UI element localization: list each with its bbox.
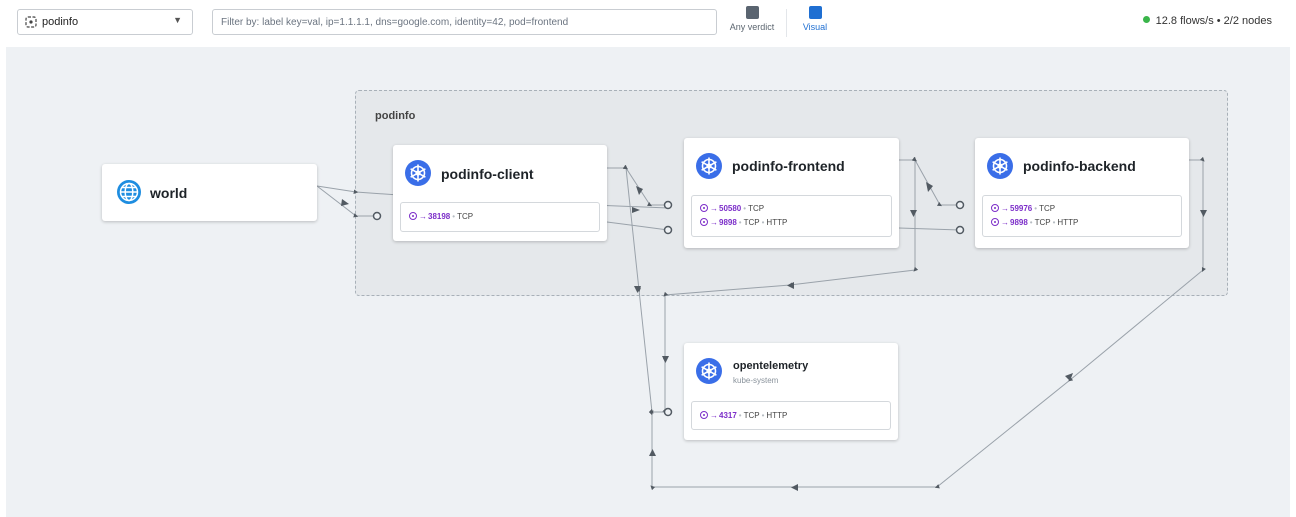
podinfo-backend-card[interactable]: podinfo-backend →59976 • TCP →9898 • TCP • HTT…: [975, 138, 1189, 248]
opentelemetry-name: opentelemetry: [733, 360, 809, 372]
port-protocol: TCP: [748, 204, 765, 213]
opentelemetry-card[interactable]: opentelemetry kube-system →4317 • TCP • HTTP: [684, 343, 898, 440]
podinfo-frontend-ports: →50580 • TCP →9898 • TCP • HTTP: [691, 195, 892, 237]
port-row[interactable]: →9898 • TCP • HTTP: [700, 217, 787, 228]
port-number: 38198: [428, 212, 451, 221]
edge-anchor-frontend-1: [663, 200, 673, 210]
port-target-icon: [409, 212, 417, 220]
port-row[interactable]: →38198 • TCP: [409, 211, 473, 222]
port-target-icon: [991, 204, 999, 212]
port-number: 9898: [719, 218, 737, 227]
port-target-icon: [991, 218, 999, 226]
port-number: 50580: [719, 204, 742, 213]
port-target-icon: [700, 411, 708, 419]
port-number: 4317: [719, 411, 737, 420]
port-protocol: HTTP: [766, 411, 788, 420]
port-protocol: TCP: [743, 411, 760, 420]
edge-client-frontend: [607, 164, 668, 207]
edge-frontend-backend-2: [898, 227, 961, 231]
port-protocol: TCP: [457, 212, 474, 221]
podinfo-backend-ports: →59976 • TCP →9898 • TCP • HTTP: [982, 195, 1182, 237]
port-protocol: HTTP: [766, 218, 788, 227]
world-card[interactable]: world: [102, 164, 317, 221]
flow-edges: [316, 156, 1207, 491]
kubernetes-icon: [987, 153, 1013, 179]
edge-anchor-otel: [663, 407, 673, 417]
podinfo-frontend-name: podinfo-frontend: [732, 158, 845, 174]
opentelemetry-ports: →4317 • TCP • HTTP: [691, 401, 891, 430]
podinfo-client-name: podinfo-client: [441, 166, 534, 182]
globe-icon: [117, 180, 141, 204]
port-protocol: HTTP: [1057, 218, 1079, 227]
port-target-icon: [700, 204, 708, 212]
port-protocol: TCP: [1034, 218, 1051, 227]
port-protocol: TCP: [743, 218, 760, 227]
port-number: 9898: [1010, 218, 1028, 227]
port-row[interactable]: →9898 • TCP • HTTP: [991, 217, 1078, 228]
kubernetes-icon: [696, 358, 722, 384]
edge-frontend-backend: [899, 156, 960, 207]
port-protocol: TCP: [1039, 204, 1056, 213]
edge-anchor-backend-2: [955, 225, 965, 235]
port-target-icon: [700, 218, 708, 226]
opentelemetry-namespace: kube-system: [733, 376, 779, 385]
podinfo-frontend-card[interactable]: podinfo-frontend →50580 • TCP →9898 • TCP • HT…: [684, 138, 899, 248]
edge-anchor-frontend-2: [663, 225, 673, 235]
port-row[interactable]: →50580 • TCP: [700, 203, 764, 214]
kubernetes-icon: [696, 153, 722, 179]
edge-client-frontend-2: [606, 221, 669, 231]
edge-anchor-backend-1: [955, 200, 965, 210]
podinfo-client-card[interactable]: podinfo-client →38198 • TCP: [393, 145, 607, 241]
port-number: 59976: [1010, 204, 1033, 213]
edge-anchor-client: [372, 211, 382, 221]
port-row[interactable]: →4317 • TCP • HTTP: [700, 410, 787, 421]
world-name: world: [150, 185, 188, 201]
kubernetes-icon: [405, 160, 431, 186]
podinfo-client-ports: →38198 • TCP: [400, 202, 600, 232]
port-row[interactable]: →59976 • TCP: [991, 203, 1055, 214]
podinfo-backend-name: podinfo-backend: [1023, 158, 1136, 174]
